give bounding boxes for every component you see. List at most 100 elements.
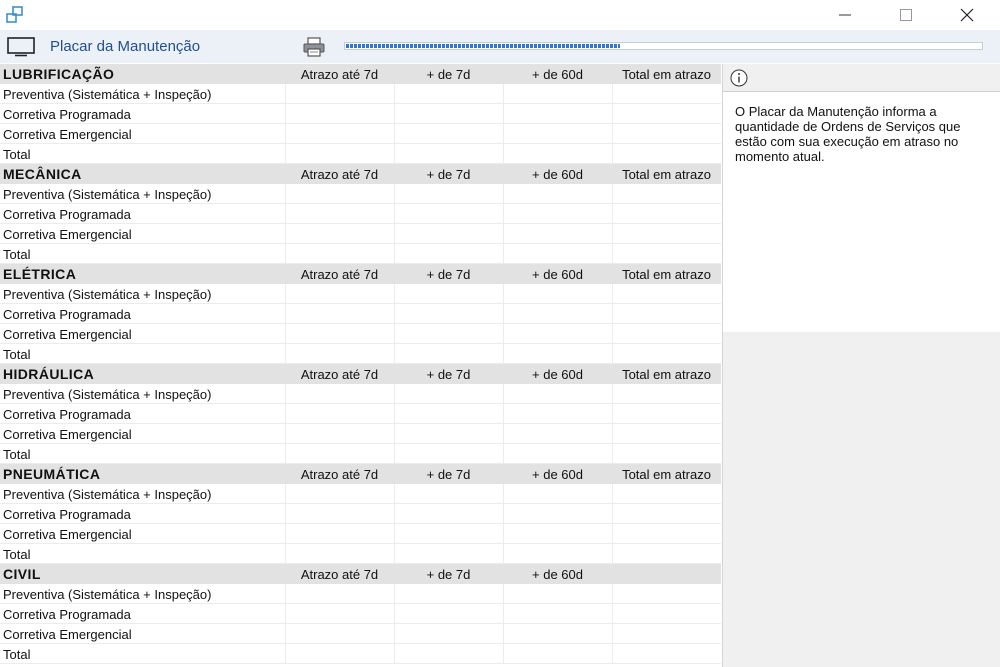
table-cell [612,124,721,144]
column-header: Total em atrazo [622,467,711,482]
row-label: Total [3,547,31,562]
info-icon[interactable] [730,69,748,87]
table-cell [394,304,503,324]
table-cell [612,184,721,204]
toolbar: Placar da Manutenção [0,30,1000,63]
table-cell [394,344,503,364]
column-header: + de 7d [426,267,471,282]
table-cell [612,304,721,324]
table-row: Total [0,444,721,464]
table-row: Preventiva (Sistemática + Inspeção) [0,484,721,504]
section-header: LUBRIFICAÇÃO Atrazo até 7d + de 7d + de 60d… [0,64,721,84]
info-panel-header [723,64,1000,92]
section-header: HIDRÁULICA Atrazo até 7d + de 7d + de 60d To… [0,364,721,384]
column-header: Total em atrazo [622,367,711,382]
table-cell [612,224,721,244]
column-header: + de 60d [532,567,583,582]
table-cell [503,284,612,304]
column-header: Atrazo até 7d [300,367,379,382]
section-header: CIVIL Atrazo até 7d + de 7d + de 60d [0,564,721,584]
row-label: Preventiva (Sistemática + Inspeção) [3,87,212,102]
table-row: Total [0,544,721,564]
title-bar [0,0,1000,30]
minimize-button[interactable] [822,0,868,30]
table-cell [394,444,503,464]
table-cell [612,644,721,664]
table-cell [394,124,503,144]
table-cell [503,604,612,624]
row-label: Corretiva Programada [3,307,131,322]
column-header: Atrazo até 7d [300,467,379,482]
app-title: Placar da Manutenção [50,38,201,55]
column-header: Total em atrazo [622,267,711,282]
table-cell [612,424,721,444]
column-header: Atrazo até 7d [300,67,379,82]
table-cell [612,344,721,364]
table-cell [394,484,503,504]
table-cell [285,184,394,204]
row-label: Preventiva (Sistemática + Inspeção) [3,587,212,602]
table-row: Corretiva Programada [0,604,721,624]
table-cell [285,124,394,144]
table-cell [394,84,503,104]
column-header: Total em atrazo [622,67,711,82]
table-cell [285,104,394,124]
row-label: Corretiva Emergencial [3,327,132,342]
table-row: Total [0,344,721,364]
row-label: Preventiva (Sistemática + Inspeção) [3,387,212,402]
table-cell [394,324,503,344]
table-cell [503,484,612,504]
table-cell [503,624,612,644]
row-label: Corretiva Programada [3,107,131,122]
info-panel: O Placar da Manutenção informa a quantid… [722,64,1000,667]
row-label: Total [3,647,31,662]
table-cell [394,544,503,564]
row-label: Total [3,447,31,462]
column-header: + de 60d [532,67,583,82]
table-row: Corretiva Emergencial [0,124,721,144]
table-cell [394,284,503,304]
table-cell [394,644,503,664]
row-label: Preventiva (Sistemática + Inspeção) [3,487,212,502]
column-header: Atrazo até 7d [300,267,379,282]
table-cell [285,504,394,524]
monitor-icon [7,37,35,57]
print-icon[interactable] [302,37,326,57]
table-row: Preventiva (Sistemática + Inspeção) [0,284,721,304]
table-cell [285,284,394,304]
section-title: ELÉTRICA [3,266,77,282]
section-title: LUBRIFICAÇÃO [3,66,115,82]
table-row: Corretiva Programada [0,104,721,124]
table-cell [285,444,394,464]
row-label: Corretiva Emergencial [3,527,132,542]
app-window-icon [6,6,23,23]
table-cell [503,224,612,244]
table-cell [503,344,612,364]
table-cell [394,424,503,444]
row-label: Corretiva Emergencial [3,627,132,642]
table-cell [503,644,612,664]
table-cell [503,304,612,324]
maximize-button[interactable] [883,0,929,30]
table-cell [285,604,394,624]
table-cell [503,124,612,144]
table-cell [285,304,394,324]
maximize-icon [900,9,912,21]
row-label: Preventiva (Sistemática + Inspeção) [3,287,212,302]
row-label: Corretiva Emergencial [3,127,132,142]
table-cell [285,424,394,444]
close-icon [960,8,974,22]
table-cell [394,204,503,224]
section-header: MECÂNICA Atrazo até 7d + de 7d + de 60d Tota… [0,164,721,184]
table-cell [285,404,394,424]
table-row: Preventiva (Sistemática + Inspeção) [0,84,721,104]
close-button[interactable] [944,0,990,30]
row-label: Total [3,347,31,362]
table-cell [612,384,721,404]
table-cell [612,524,721,544]
table-cell [394,224,503,244]
table-row: Corretiva Emergencial [0,424,721,444]
table-cell [285,484,394,504]
table-cell [285,224,394,244]
progress-fill [346,44,620,48]
